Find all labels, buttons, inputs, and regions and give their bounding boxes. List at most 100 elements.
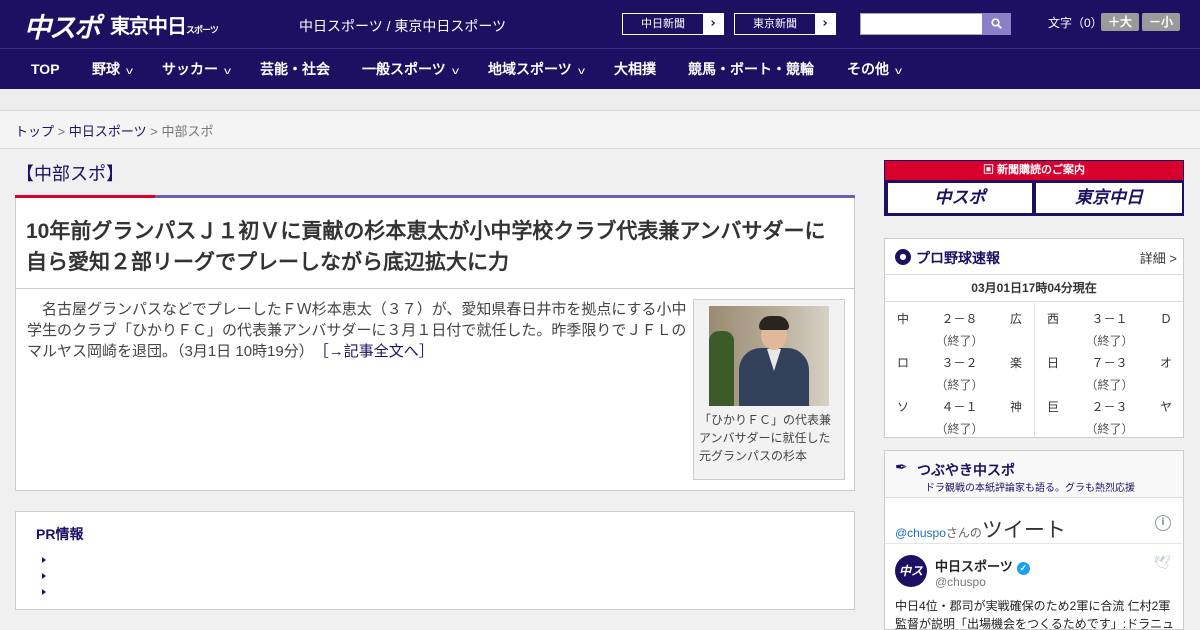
twitter-bird-icon[interactable]: 🕊 [1153,555,1171,571]
tweet-author-handle[interactable]: @chuspo [935,575,986,589]
pr-item[interactable] [36,552,834,568]
search-icon [991,18,1002,29]
site-names: 中日スポーツ / 東京中日スポーツ [299,18,507,34]
avatar[interactable]: 中スポ [895,555,927,587]
baseball-timestamp: 03月01日17時04分現在 [885,275,1183,302]
pr-title: PR情報 [36,526,84,542]
pr-item[interactable] [36,568,834,584]
font-larger-button[interactable]: ＋大 [1101,13,1139,31]
search-button[interactable] [982,13,1011,35]
baseball-title: プロ野球速報 [916,250,1000,266]
nav-item-soccer[interactable]: サッカー v [162,49,231,89]
site-header: 中スポ 東京中日スポーツ 中日スポーツ / 東京中日スポーツ 中日新聞 › 東京… [0,0,1200,48]
nav-item-sumo[interactable]: 大相撲 [614,49,656,89]
article-photo[interactable] [709,306,829,406]
pr-list [36,552,834,600]
baseball-column-left: 中 ２－８ （終了） 広 ロ ３－２ （終了） 楽 ソ ４－１ （終了） 神 [885,303,1034,437]
game-row[interactable]: 中 ２－８ （終了） 広 [885,303,1034,348]
breadcrumb-section-link[interactable]: 中日スポーツ [69,124,147,139]
baseball-details-link[interactable]: 詳細 > [1140,248,1177,267]
nav-item-baseball[interactable]: 野球 v [92,49,133,89]
away-team: 楽 [1009,356,1022,370]
twitter-user-link[interactable]: @chuspo [895,526,946,540]
nav-item-label: 芸能・社会 [260,61,330,77]
game-status: （終了） [1085,422,1134,436]
nav-item-label: 地域スポーツ [488,61,572,77]
baseball-scores: ● プロ野球速報 詳細 > 03月01日17時04分現在 中 ２－８ （終了） … [884,238,1184,438]
nav-item-label: 一般スポーツ [362,61,446,77]
chevron-down-icon: v [451,66,459,77]
tweet-text[interactable]: 中日4位・郡司が実戦確保のため2軍に合流 仁村2軍監督が説明「出場機会をつくるた… [895,597,1177,629]
tokyo-shimbun-button[interactable]: 東京新聞 › [734,13,836,35]
subscription-banner[interactable]: ▣ 新聞購読のご案内 中スポ 東京中日 [884,160,1184,216]
game-row[interactable]: ソ ４－１ （終了） 神 [885,391,1034,436]
search-input[interactable] [860,13,983,35]
article-lead: 名古屋グランパスなどでプレーしたＦＷ杉本恵太（３７）が、愛知県春日井市を拠点にす… [27,299,687,362]
read-more-link[interactable]: ［→記事全文へ］ [321,343,434,360]
twitter-widget-subtitle: ドラ観戦の本紙評論家も語る。グラも熱烈応援 [925,483,1135,494]
nav-item-local-sports[interactable]: 地域スポーツ v [488,49,585,89]
game-row[interactable]: 西 ３－１ （終了） Ｄ [1035,303,1184,348]
article-photo-box: 「ひかりＦＣ」の代表兼アンバサダーに就任した元グランパスの杉本 [693,299,845,480]
tokyo-shimbun-label: 東京新聞 [753,18,797,30]
chunichi-shimbun-label: 中日新聞 [641,18,685,30]
ad-strip [0,89,1200,111]
article-headline: 10年前グランパスＪ１初Ｖに貢献の杉本恵太が小中学校クラブ代表兼アンバサダーに … [26,220,847,274]
game-row[interactable]: 巨 ２－３ （終了） ヤ [1035,391,1184,436]
twitter-user-suffix: さんの [945,526,982,540]
twitter-widget-title: つぶやき中スポ [917,462,1015,478]
nav-item-entertainment[interactable]: 芸能・社会 [260,49,330,89]
chuspo-logo[interactable]: 中スポ [24,6,101,45]
main-nav: TOP 野球 v サッカー v 芸能・社会 一般スポーツ v 地域スポーツ v 大相撲 … [0,48,1200,89]
breadcrumb-current: 中部スポ [161,124,214,139]
pen-icon: ✒ [895,458,908,476]
breadcrumb-separator: > [57,124,66,139]
nav-item-general-sports[interactable]: 一般スポーツ v [362,49,459,89]
font-smaller-button[interactable]: －小 [1142,13,1180,31]
baseball-games-grid: 中 ２－８ （終了） 広 ロ ３－２ （終了） 楽 ソ ４－１ （終了） 神 西… [885,303,1183,437]
info-icon[interactable]: i [1155,515,1171,531]
nav-item-top[interactable]: TOP [31,49,60,89]
game-row[interactable]: ロ ３－２ （終了） 楽 [885,347,1034,392]
away-team: ヤ [1159,400,1172,414]
nav-item-label: サッカー [162,61,218,77]
game-status: （終了） [935,422,984,436]
photo-person-hair [759,316,789,330]
headline-box: 10年前グランパスＪ１初Ｖに貢献の杉本恵太が小中学校クラブ代表兼アンバサダーに … [15,198,855,289]
subscribe-tokyo-chunichi-logo[interactable]: 東京中日 [1036,183,1182,213]
baseball-header: ● プロ野球速報 詳細 > [885,239,1183,275]
section-title: 【中部スポ】 [16,164,124,184]
pr-box: PR情報 [15,511,855,610]
baseball-column-right: 西 ３－１ （終了） Ｄ 日 ７－３ （終了） オ 巨 ２－３ （終了） ヤ [1034,303,1183,437]
twitter-widget-header: ✒ つぶやき中スポ ドラ観戦の本紙評論家も語る。グラも熱烈応援 [885,451,1183,498]
nav-item-label: その他 [847,61,889,77]
twitter-divider [885,543,1183,544]
chevron-down-icon: v [895,66,902,77]
twitter-tweets-label: ツイート [981,519,1066,542]
nav-item-other[interactable]: その他 v [847,49,902,89]
pr-item[interactable] [36,584,834,600]
subscribe-chuspo-logo[interactable]: 中スポ [888,183,1032,213]
chevron-down-icon: v [126,66,133,77]
nav-item-label: 大相撲 [614,61,656,77]
away-team: オ [1159,356,1172,370]
font-size-label: 文字（0） [1048,16,1103,30]
subscription-banner-text: 新聞購読のご案内 [997,164,1086,176]
chevron-right-icon: › [703,14,723,34]
tweet-author-name[interactable]: 中日スポーツ ✓ [935,556,1030,575]
chevron-down-icon: v [224,66,231,77]
game-row[interactable]: 日 ７－３ （終了） オ [1035,347,1184,392]
photo-caption: 「ひかりＦＣ」の代表兼アンバサダーに就任した元グランパスの杉本 [699,413,832,463]
nav-item-label: 競馬・ボート・競輪 [688,61,814,77]
tokyo-chunichi-logo-text: 東京中日 [110,14,187,38]
chunichi-shimbun-button[interactable]: 中日新聞 › [622,13,724,35]
newspaper-icon: ▣ [982,164,998,176]
tweet-author-name-text: 中日スポーツ [935,559,1013,574]
baseball-icon: ● [895,249,911,265]
breadcrumb-top-link[interactable]: トップ [15,124,54,139]
tokyo-chunichi-logo[interactable]: 東京中日スポーツ [110,10,219,39]
verified-icon: ✓ [1016,562,1030,575]
nav-item-racing[interactable]: 競馬・ボート・競輪 [688,49,814,89]
twitter-timeline-heading: @chuspoさんのツイート [895,514,1066,544]
away-team: 神 [1009,400,1022,414]
